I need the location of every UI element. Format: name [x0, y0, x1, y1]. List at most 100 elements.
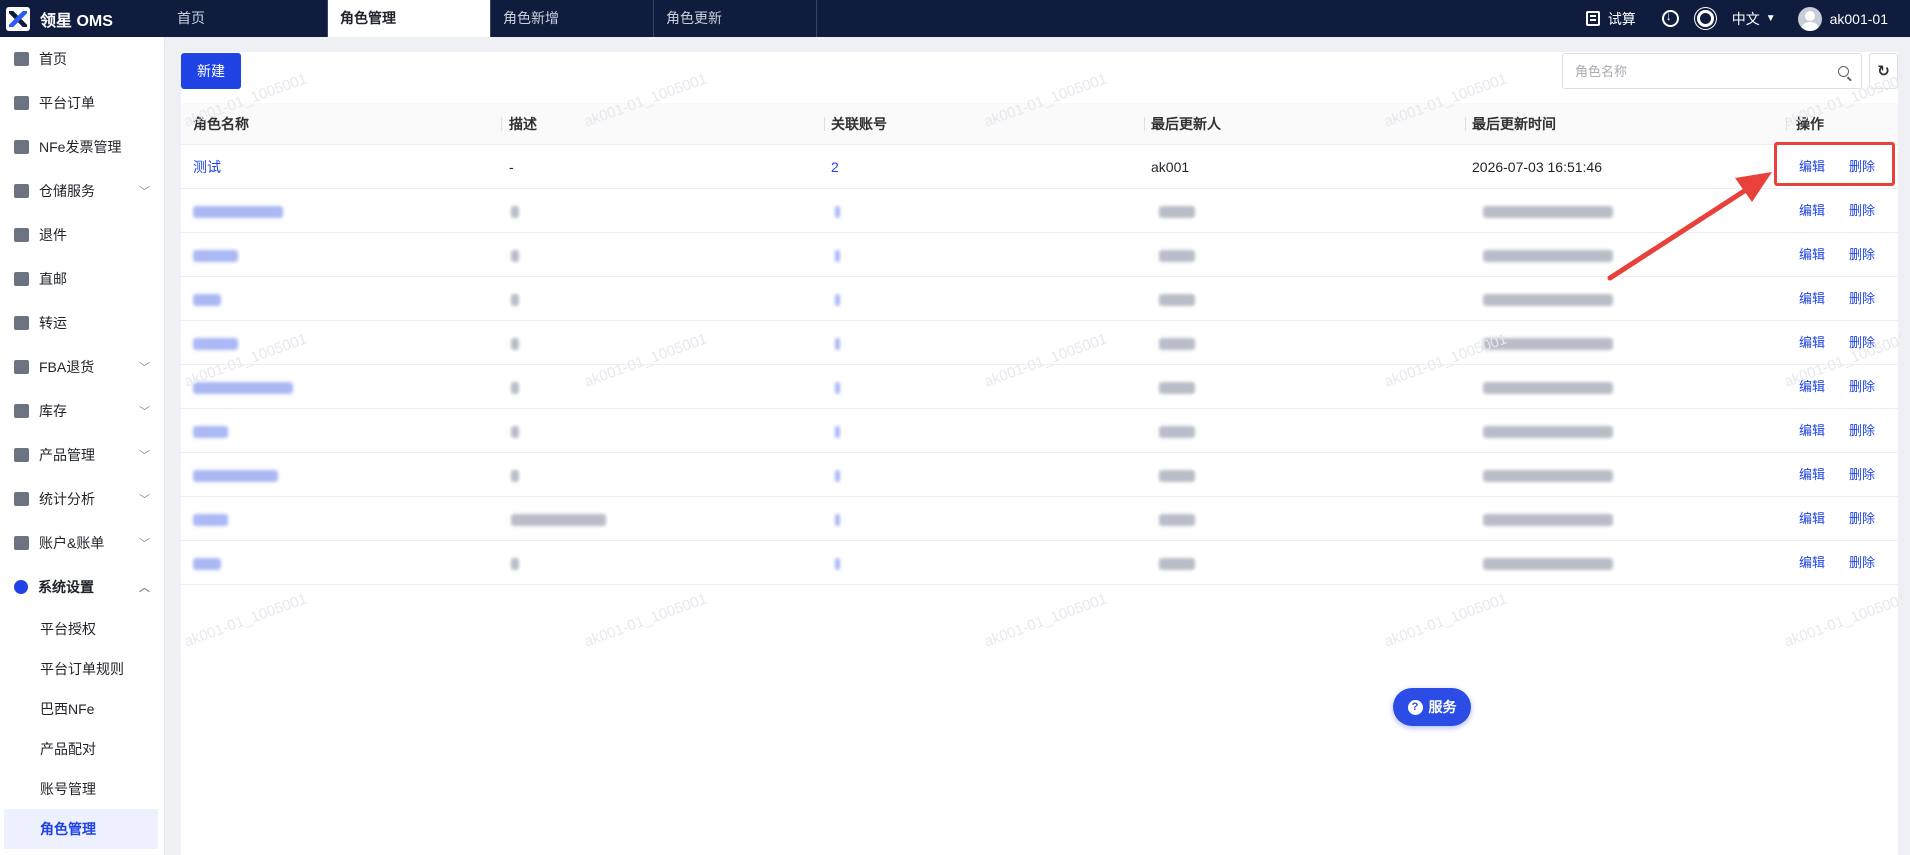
language-select[interactable]: 中文 ▼: [1732, 9, 1776, 29]
redaction-blur: [193, 382, 293, 395]
app-logo[interactable]: 领星 OMS: [0, 0, 165, 37]
edit-button[interactable]: 编辑: [1799, 453, 1825, 497]
redaction-blur: [1159, 558, 1195, 571]
search-icon[interactable]: [1838, 65, 1849, 77]
sidebar-item-return[interactable]: 退件: [0, 213, 164, 257]
redaction-blur: [835, 470, 840, 483]
redaction-blur: [193, 338, 238, 351]
sidebar-item-settings[interactable]: 系统设置 ︿: [0, 565, 164, 609]
delete-button[interactable]: 删除: [1849, 189, 1875, 233]
redacted-updater: [1159, 453, 1195, 497]
sidebar-item-account[interactable]: 账户&账单 ﹀: [0, 521, 164, 565]
watermark: ak001-01_1005001: [1781, 590, 1910, 651]
download-icon: [1661, 9, 1679, 27]
delete-button[interactable]: 删除: [1849, 453, 1875, 497]
edit-button[interactable]: 编辑: [1799, 321, 1825, 365]
watermark: ak001-01_1005001: [1381, 590, 1510, 651]
redacted-accounts: [835, 497, 840, 541]
roles-table: 角色名称 描述 关联账号 最后更新人 最后更新时间 操作 测试 - 2 ak00…: [181, 103, 1898, 585]
service-button[interactable]: ? 服务: [1393, 688, 1471, 726]
redacted-accounts: [835, 277, 840, 321]
role-name-link[interactable]: 测试: [193, 145, 221, 189]
sidebar-item-invoice[interactable]: NFe发票管理: [0, 125, 164, 169]
home-icon: [14, 52, 29, 66]
new-role-button[interactable]: 新建: [181, 53, 241, 89]
delete-button[interactable]: 删除: [1849, 365, 1875, 409]
redacted-updater: [1159, 497, 1195, 541]
download-button[interactable]: [1661, 9, 1679, 27]
sidebar-item-home[interactable]: 首页: [0, 37, 164, 81]
redaction-blur: [193, 206, 283, 219]
sidebar-item-inventory[interactable]: 库存 ﹀: [0, 389, 164, 433]
chevron-down-icon: ﹀: [139, 538, 150, 550]
edit-button[interactable]: 编辑: [1799, 497, 1825, 541]
search-box[interactable]: [1562, 53, 1862, 89]
tab-role-update[interactable]: 角色更新: [654, 0, 817, 37]
redacted-description: [511, 409, 519, 453]
delete-button[interactable]: 删除: [1849, 233, 1875, 277]
sidebar-subitem[interactable]: 账号管理: [0, 769, 164, 809]
sidebar-item-transfer[interactable]: 转运: [0, 301, 164, 345]
edit-button[interactable]: 编辑: [1799, 541, 1825, 585]
sidebar-subitem[interactable]: 平台订单规则: [0, 649, 164, 689]
calc-button[interactable]: 试算: [1585, 9, 1636, 29]
account-icon: [14, 536, 29, 550]
redaction-blur: [193, 250, 238, 263]
redacted-accounts: [835, 321, 840, 365]
sidebar-item-label: 首页: [39, 51, 67, 67]
last-updater: ak001: [1151, 159, 1190, 175]
redaction-blur: [835, 426, 840, 439]
table-row: 编辑 删除: [181, 453, 1898, 497]
tab-bar: 首页 角色管理 角色新增 角色更新: [165, 0, 817, 37]
delete-button[interactable]: 删除: [1849, 321, 1875, 365]
redacted-description: [511, 233, 519, 277]
delete-button[interactable]: 删除: [1849, 497, 1875, 541]
redaction-blur: [1483, 514, 1613, 527]
refresh-button[interactable]: ↻: [1869, 53, 1898, 89]
delete-button[interactable]: 删除: [1849, 277, 1875, 321]
tab-home[interactable]: 首页: [165, 0, 328, 37]
redaction-blur: [511, 382, 519, 395]
edit-button[interactable]: 编辑: [1799, 277, 1825, 321]
delete-button[interactable]: 删除: [1849, 541, 1875, 585]
chevron-down-icon: ﹀: [139, 362, 150, 374]
column-separator: [501, 117, 502, 131]
sidebar-item-chart[interactable]: 统计分析 ﹀: [0, 477, 164, 521]
redaction-blur: [1159, 294, 1195, 307]
chart-icon: [14, 492, 29, 506]
sidebar-subitem[interactable]: 产品配对: [0, 729, 164, 769]
sidebar-item-order[interactable]: 平台订单: [0, 81, 164, 125]
role-name-search-input[interactable]: [1575, 63, 1838, 79]
sidebar-subitem[interactable]: 巴西NFe: [0, 689, 164, 729]
edit-button[interactable]: 编辑: [1799, 409, 1825, 453]
sidebar-item-fba[interactable]: FBA退货 ﹀: [0, 345, 164, 389]
sidebar-item-product[interactable]: 产品管理 ﹀: [0, 433, 164, 477]
tab-role-management[interactable]: 角色管理: [328, 0, 491, 37]
table-row: 编辑 删除: [181, 233, 1898, 277]
edit-button[interactable]: 编辑: [1799, 365, 1825, 409]
delete-button[interactable]: 删除: [1849, 409, 1875, 453]
scrollbar[interactable]: [1902, 52, 1908, 855]
redaction-blur: [1483, 338, 1613, 351]
transfer-icon: [14, 316, 29, 330]
return-icon: [14, 228, 29, 242]
linked-accounts-link[interactable]: 2: [831, 145, 839, 189]
warehouse-icon: [14, 184, 29, 198]
user-menu[interactable]: ak001-01: [1797, 6, 1888, 31]
table-header: 角色名称 描述 关联账号 最后更新人 最后更新时间 操作: [181, 103, 1898, 145]
edit-button[interactable]: 编辑: [1799, 189, 1825, 233]
sidebar-subitem[interactable]: 平台授权: [0, 609, 164, 649]
table-row: 编辑 删除: [181, 189, 1898, 233]
redaction-blur: [1159, 338, 1195, 351]
edit-button[interactable]: 编辑: [1799, 233, 1825, 277]
sidebar-item-label: 系统设置: [38, 579, 94, 595]
main-panel: 新建 ↻ 角色名称 描述 关联账号 最后更新人 最后更新时间 操作 测试 - 2…: [181, 52, 1909, 855]
settings-button[interactable]: [1696, 10, 1714, 27]
sidebar-subitem[interactable]: 角色管理: [4, 809, 158, 849]
sidebar-item-mail[interactable]: 直邮: [0, 257, 164, 301]
sidebar-item-label: NFe发票管理: [39, 139, 122, 155]
sidebar-item-warehouse[interactable]: 仓储服务 ﹀: [0, 169, 164, 213]
column-separator: [824, 117, 825, 131]
tab-role-add[interactable]: 角色新增: [491, 0, 654, 37]
avatar: [1797, 6, 1822, 31]
